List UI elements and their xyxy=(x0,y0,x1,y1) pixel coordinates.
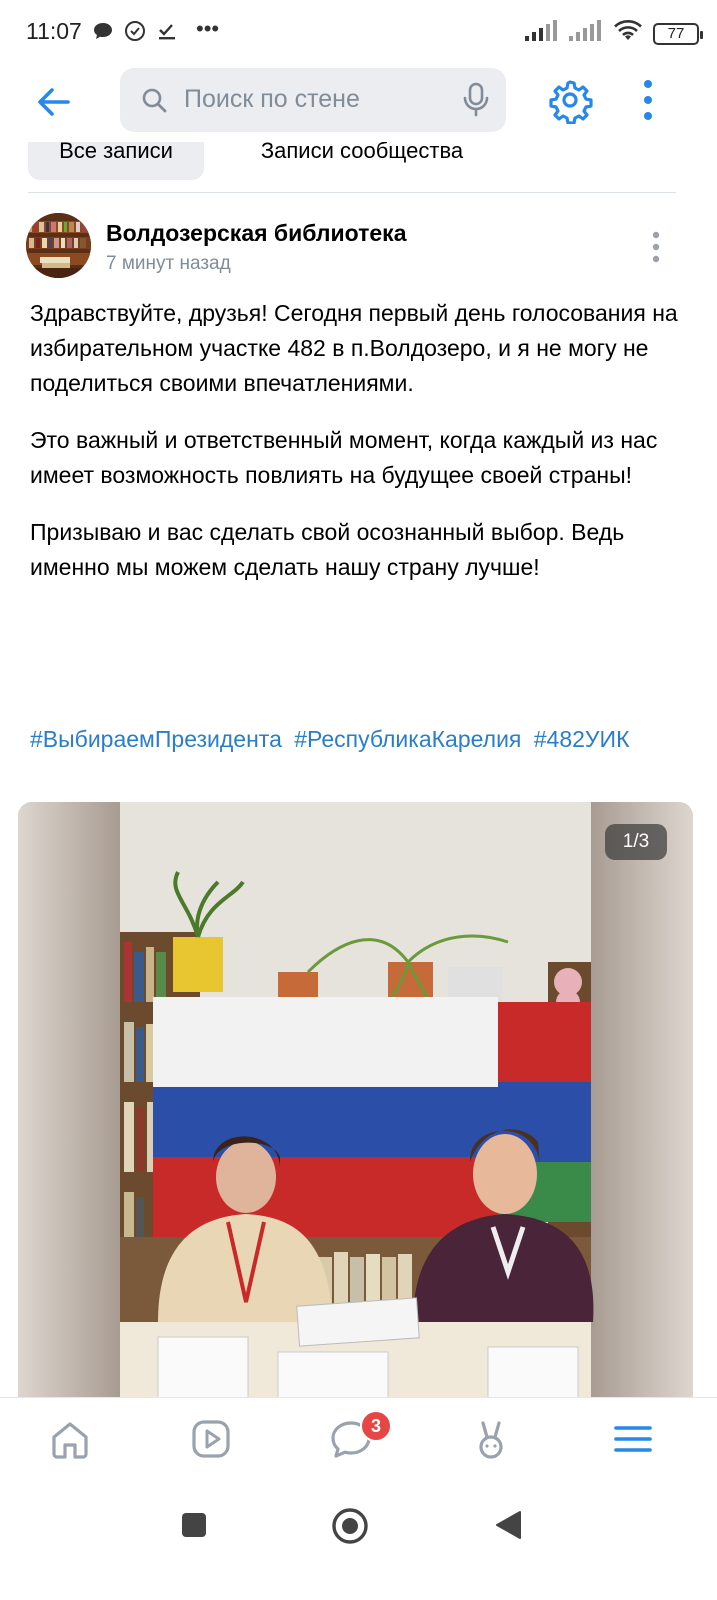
more-menu-button[interactable] xyxy=(640,76,656,129)
signal-icon xyxy=(525,20,559,47)
photo-counter: 1/3 xyxy=(605,824,667,860)
tab-community-posts[interactable]: Записи сообщества xyxy=(222,142,502,180)
battery-icon: 77 xyxy=(653,22,703,45)
video-icon xyxy=(192,1420,230,1458)
system-navigation-bar xyxy=(0,1487,717,1600)
post-paragraph: Здравствуйте, друзья! Сегодня первый ден… xyxy=(30,300,678,396)
download-done-icon xyxy=(156,20,178,47)
circle-home-icon xyxy=(332,1508,368,1544)
search-input[interactable]: Поиск по стене xyxy=(120,68,506,132)
nav-home-button[interactable] xyxy=(45,1414,95,1464)
nav-menu-button[interactable] xyxy=(608,1414,658,1464)
system-back-button[interactable] xyxy=(494,1509,522,1546)
post-text: Здравствуйте, друзья! Сегодня первый ден… xyxy=(30,296,690,607)
post-hashtags: #ВыбираемПрезидента #РеспубликаКарелия #… xyxy=(30,722,690,757)
gear-icon xyxy=(549,80,593,125)
post-paragraph: Призываю и вас сделать свой осознанный в… xyxy=(30,519,625,580)
nav-video-button[interactable] xyxy=(186,1414,236,1464)
status-bar: 11:07 ••• 77 xyxy=(0,0,717,62)
search-icon xyxy=(140,86,168,119)
back-button[interactable] xyxy=(32,80,76,124)
bunny-icon xyxy=(479,1421,503,1459)
more-vertical-icon xyxy=(644,80,652,120)
settings-button[interactable] xyxy=(546,76,594,129)
top-bar: Поиск по стене xyxy=(0,62,717,142)
chat-notification-icon xyxy=(92,20,114,47)
arrow-left-icon xyxy=(38,88,70,116)
search-placeholder: Поиск по стене xyxy=(184,85,360,113)
hashtag-link[interactable]: #РеспубликаКарелия xyxy=(294,726,521,752)
avatar[interactable] xyxy=(26,213,91,278)
recent-apps-button[interactable] xyxy=(180,1511,208,1544)
square-icon xyxy=(182,1513,206,1537)
post-author[interactable]: Волдозерская библиотека xyxy=(106,220,406,247)
divider xyxy=(28,192,676,193)
check-circle-icon xyxy=(124,20,146,47)
hashtag-link[interactable]: #482УИК xyxy=(534,726,630,752)
more-vertical-icon xyxy=(652,231,660,263)
post-time: 7 минут назад xyxy=(106,253,231,274)
bottom-navigation: 3 xyxy=(0,1397,717,1487)
triangle-back-icon xyxy=(496,1511,521,1539)
menu-icon xyxy=(614,1426,652,1452)
tab-all-posts[interactable]: Все записи xyxy=(28,142,204,180)
post-paragraph: Это важный и ответственный момент, когда… xyxy=(30,427,658,488)
home-icon xyxy=(52,1422,88,1459)
post-photo[interactable]: 1/3 xyxy=(18,802,693,1402)
home-system-button[interactable] xyxy=(331,1507,369,1550)
hashtag-link[interactable]: #ВыбираемПрезидента xyxy=(30,726,282,752)
wall-tabs: Все записи Записи сообщества xyxy=(0,142,717,182)
election-photo-image xyxy=(18,802,693,1402)
messages-badge: 3 xyxy=(360,1410,392,1442)
signal-2-icon xyxy=(569,20,603,47)
nav-clips-button[interactable] xyxy=(466,1414,516,1464)
status-time: 11:07 xyxy=(26,18,82,44)
post-menu-button[interactable] xyxy=(646,230,666,271)
microphone-icon[interactable] xyxy=(462,82,490,123)
wifi-icon xyxy=(613,20,643,47)
more-notifications-icon: ••• xyxy=(196,16,220,41)
